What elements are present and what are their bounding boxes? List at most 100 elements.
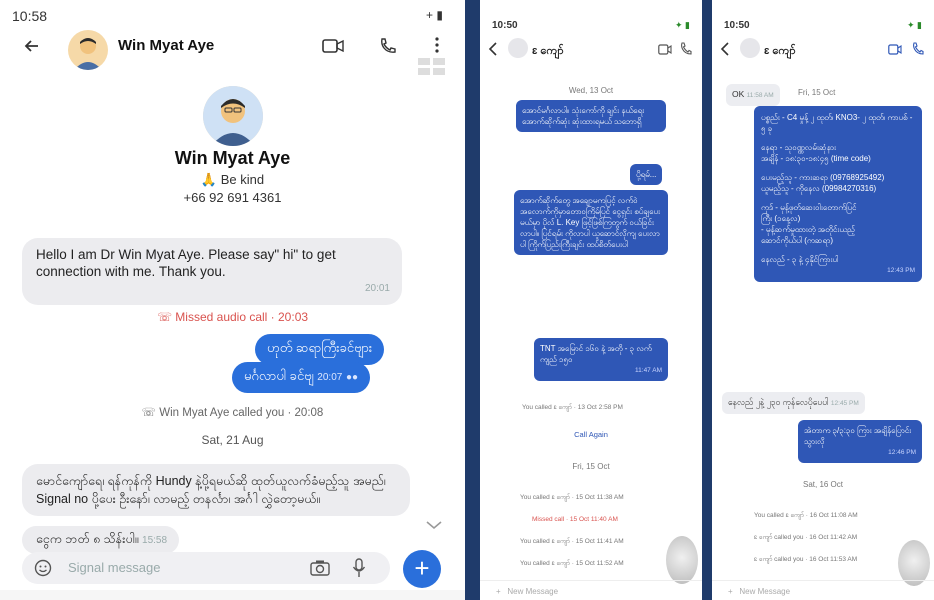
- camera-icon[interactable]: [310, 559, 330, 577]
- scroll-down-icon[interactable]: [425, 520, 443, 530]
- missed-call-row: Missed call · 15 Oct 11:40 AM: [532, 516, 618, 523]
- bubble-line: [761, 194, 915, 202]
- message-text: OK: [732, 89, 745, 99]
- message-time: 15:58: [142, 535, 168, 546]
- message-text: ငွေက ဘတ် ၈ သိန်းပါ။: [36, 532, 139, 546]
- call-log-row: ɛ ကျော် called you · 16 Oct 11:53 AM: [754, 556, 858, 563]
- compose-bar[interactable]: + New Message: [712, 580, 934, 600]
- bubble-line: [761, 134, 915, 142]
- plus-icon[interactable]: +: [496, 587, 503, 596]
- profile-phone: +66 92 691 4361: [183, 190, 282, 205]
- profile-name: Win Myat Aye: [174, 148, 291, 168]
- outgoing-message[interactable]: ပို့ရမ်...: [630, 164, 663, 185]
- message-time: 12:43 PM: [887, 267, 915, 274]
- video-thumbnail[interactable]: [666, 536, 698, 584]
- incoming-message[interactable]: ငွေက ဘတ် ၈ သိန်းပါ။ 15:58: [22, 526, 180, 554]
- date-separator: Sat, 21 Aug: [201, 433, 264, 447]
- call-log-row: ɛ ကျော် called you · 16 Oct 11:42 AM: [754, 534, 858, 541]
- call-log-row: You called ɛ ကျော် · 13 Oct 2:58 PM: [522, 404, 623, 411]
- phone-call-icon[interactable]: [912, 42, 924, 56]
- message-time: 20:07: [317, 372, 343, 383]
- contact-avatar[interactable]: [508, 38, 528, 58]
- back-arrow-icon[interactable]: [720, 42, 730, 56]
- message-time: 12:45 PM: [830, 400, 859, 407]
- status-time: 10:58: [12, 8, 48, 24]
- plus-icon[interactable]: +: [728, 587, 735, 596]
- incoming-call-notice: ☏ Win Myat Aye called you · 20:08: [141, 407, 324, 419]
- message-time: 20:01: [364, 283, 390, 294]
- outgoing-message[interactable]: ဟုတ် ဆရာကြီးခင်ဗျား: [255, 334, 385, 365]
- missed-call-notice: ☏ Missed audio call · 20:03: [156, 310, 309, 324]
- panel-divider: [465, 0, 480, 600]
- bubble-line: [761, 164, 915, 172]
- outgoing-message[interactable]: အောက်ဆိုက်တွေ အချောမကပြင့် လက်ဝဲ အလောက်က…: [514, 190, 668, 255]
- incoming-message[interactable]: Hello I am Dr Win Myat Aye. Please say" …: [22, 238, 402, 305]
- more-options-icon[interactable]: [434, 36, 440, 54]
- status-time: 10:50: [492, 20, 518, 31]
- call-log-row: You called ɛ ကျော် · 15 Oct 11:52 AM: [520, 560, 624, 567]
- contact-name[interactable]: ɛ ကျော်: [532, 44, 564, 60]
- bubble-line: နေလည် - ၃ နဲ့ ၄နိုင်ကြားပါ: [761, 255, 839, 264]
- message-input[interactable]: New Message: [739, 587, 790, 596]
- outgoing-message[interactable]: ပစ္စည်း - C4 မှုန့် ၂ ထုတ်၊ KNO3- ၂ ထုတ်…: [754, 106, 922, 282]
- grid-icon: [418, 58, 446, 76]
- compose-bar[interactable]: Signal message: [22, 552, 390, 584]
- message-input[interactable]: New Message: [507, 587, 558, 596]
- back-arrow-icon[interactable]: [488, 42, 498, 56]
- back-arrow-icon[interactable]: [22, 36, 42, 56]
- call-log-row: You called ɛ ကျော် · 15 Oct 11:38 AM: [520, 494, 624, 501]
- bubble-line: နေရာ - သုဝဏ္ဏလမ်းဆုံနား: [761, 143, 837, 152]
- video-call-icon[interactable]: [888, 44, 902, 55]
- contact-avatar[interactable]: [68, 30, 108, 70]
- video-call-icon[interactable]: [322, 38, 344, 54]
- bubble-line: ကုဒ် - မုန့်ဖုတ်ဆေးဝါးတောက်ပြင်: [761, 203, 857, 212]
- read-receipt-icon: ●●: [345, 372, 359, 383]
- outgoing-message[interactable]: TNT အမြောင် ၁၆၀ နဲ့ အတို - ၃ လက် ကျည် ၁၅…: [534, 338, 668, 381]
- message-time: 11:58 AM: [746, 92, 774, 99]
- bubble-line: ကြီး (၁နေ့လ): [761, 214, 801, 223]
- android-nav-bar: [0, 590, 465, 600]
- outgoing-message[interactable]: အဲတာက ၃/၃:၃၀ ကြား အချိန်ပြောင်းသွားလို 1…: [798, 420, 922, 463]
- phone-call-icon[interactable]: [378, 36, 398, 56]
- message-text: TNT အမြောင် ၁၆၀ နဲ့ အတို - ၃ လက် ကျည် ၁၅…: [540, 344, 652, 364]
- signal-chat-panel: 10:58 + ▮ Win Myat Aye Win Myat Aye 🙏 Be…: [0, 0, 465, 600]
- message-text: နေလည် ၂နဲ့ ၂၃၀ ကုန်လေပိုပေပါ: [728, 397, 829, 407]
- bubble-line: ယူမည့်သူ - ကိုနေလ (09984270316): [761, 184, 877, 193]
- bubble-line: - မုန့်ဆက်မှုထားတဲ့ အတိုင်းယည့်: [761, 225, 855, 234]
- incoming-message[interactable]: နေလည် ၂နဲ့ ၂၃၀ ကုန်လေပိုပေပါ 12:45 PM: [722, 392, 865, 414]
- message-time: 12:46 PM: [888, 449, 916, 456]
- contact-name[interactable]: ɛ ကျော်: [764, 44, 796, 60]
- message-text: အဲတာက ၃/၃:၃၀ ကြား အချိန်ပြောင်းသွားလို: [804, 426, 912, 446]
- date-separator: Wed, 13 Oct: [568, 86, 614, 95]
- call-log-row: You called ɛ ကျော် · 16 Oct 11:08 AM: [754, 512, 858, 519]
- status-time: 10:50: [724, 20, 750, 31]
- chat-panel-3: 10:50 ✦ ▮ ɛ ကျော် OK 11:58 AM Fri, 15 Oc…: [712, 0, 934, 600]
- bubble-line: ပစ္စည်း - C4 မှုန့် ၂ ထုတ်၊ KNO3- ၂ ထုတ်…: [761, 113, 913, 133]
- incoming-message[interactable]: မောင်ကျော်ရေ၊ ရန်ကုန်ကို Hundy နဲ့ပို့ရမ…: [22, 464, 410, 516]
- message-input[interactable]: Signal message: [68, 560, 161, 575]
- chat-panel-2: 10:50 ✦ ▮ ɛ ကျော် Wed, 13 Oct အောင်မင်္ဂ…: [480, 0, 702, 600]
- contact-avatar[interactable]: [740, 38, 760, 58]
- missed-call-icon: ☏: [156, 310, 176, 324]
- profile-avatar: [203, 86, 263, 146]
- outgoing-message[interactable]: မင်္ဂလာပါ ခင်ဗျ 20:07 ●●: [232, 362, 371, 393]
- compose-bar[interactable]: + New Message: [480, 580, 702, 600]
- video-call-icon[interactable]: [658, 44, 672, 55]
- status-icons: ✦ ▮: [907, 20, 922, 30]
- bubble-line: ပေးမည့်သူ - ကားဆရာ (09768925492): [761, 173, 885, 182]
- bubble-line: အချိန် - ၁၈:၃၀-၁၈:၄၅ (time code): [761, 154, 871, 163]
- emoji-icon[interactable]: [34, 559, 52, 577]
- panel-divider: [702, 0, 712, 600]
- phone-call-icon[interactable]: [680, 42, 692, 56]
- date-separator: Fri, 15 Oct: [798, 88, 836, 97]
- send-button[interactable]: +: [403, 550, 441, 588]
- message-text: မင်္ဂလာပါ ခင်ဗျ: [244, 368, 314, 383]
- profile-about: 🙏 Be kind: [200, 172, 265, 187]
- message-text: Hello I am Dr Win Myat Aye. Please say" …: [36, 247, 336, 279]
- incoming-message[interactable]: OK 11:58 AM: [726, 84, 780, 106]
- call-again-link[interactable]: Call Again: [480, 430, 702, 439]
- contact-name[interactable]: Win Myat Aye: [118, 37, 214, 54]
- bubble-line: ဆောင်ကိုယ်ပါ (ကဆရာ): [761, 236, 834, 245]
- outgoing-message[interactable]: အောင်မင်္ဂလာပါ။ သုံးကော်ကို ချင်း နယ်ရေး…: [516, 100, 666, 132]
- microphone-icon[interactable]: [352, 558, 366, 578]
